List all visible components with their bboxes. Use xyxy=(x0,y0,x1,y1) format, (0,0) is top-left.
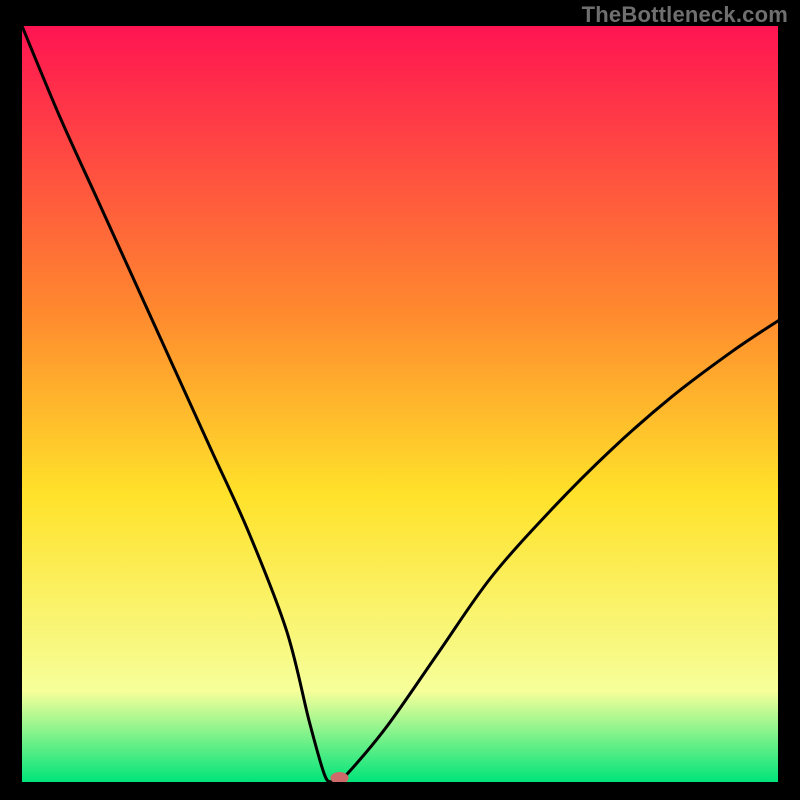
plot-area xyxy=(22,26,778,782)
bottleneck-chart-svg xyxy=(22,26,778,782)
chart-frame: TheBottleneck.com xyxy=(0,0,800,800)
watermark-text: TheBottleneck.com xyxy=(582,2,788,28)
